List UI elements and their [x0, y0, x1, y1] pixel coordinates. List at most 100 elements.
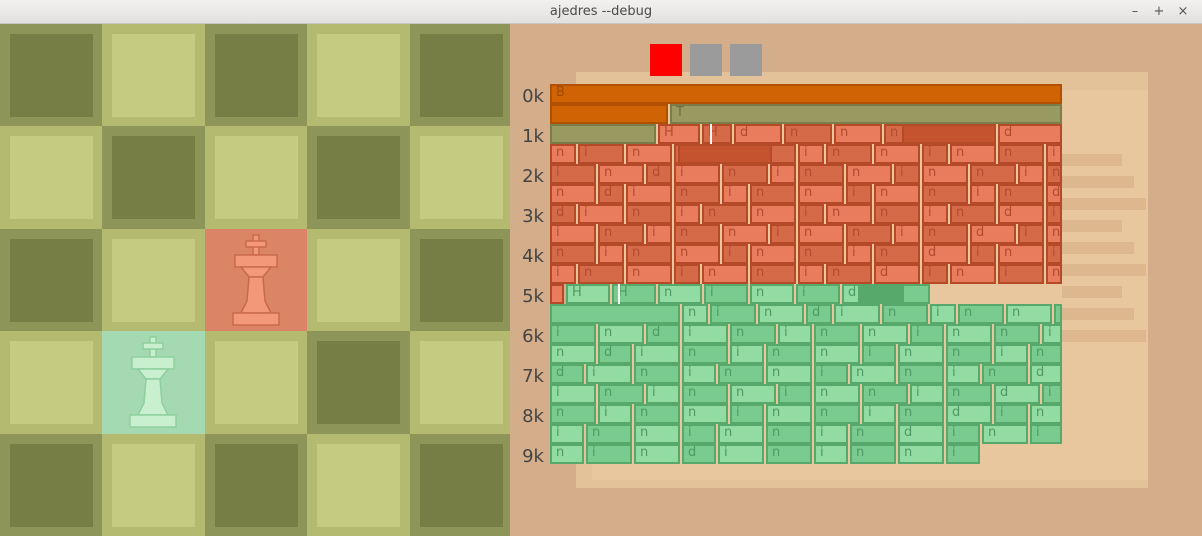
debug-block: n	[750, 204, 796, 224]
debug-block: i	[550, 164, 596, 184]
debug-block: i	[1046, 204, 1062, 224]
board-square-r1-c2[interactable]	[204, 126, 308, 230]
debug-block: d	[946, 404, 992, 424]
board-square-r3-c4[interactable]	[409, 331, 510, 435]
debug-block: i	[994, 404, 1028, 424]
y-label-2k: 2k	[522, 166, 544, 187]
debug-block: n	[922, 184, 968, 204]
debug-block: i	[862, 344, 896, 364]
board-square-r2-c3[interactable]	[307, 228, 411, 332]
board-square-r1-c0[interactable]	[0, 126, 103, 230]
debug-block: n	[826, 204, 872, 224]
debug-block: i	[722, 184, 748, 204]
debug-block: i	[598, 404, 632, 424]
debug-block: n	[982, 364, 1028, 384]
debug-block: n	[626, 264, 672, 284]
debug-block: d	[598, 344, 632, 364]
close-button[interactable]: ×	[1174, 3, 1192, 21]
debug-block: n	[766, 344, 812, 364]
green-king-icon[interactable]	[122, 335, 184, 431]
debug-block: i	[586, 364, 632, 384]
debug-block: i	[730, 404, 764, 424]
board-square-r2-c4[interactable]	[409, 228, 510, 332]
debug-block: i	[1030, 424, 1062, 444]
debug-block: i	[718, 444, 764, 464]
debug-block: i	[550, 264, 576, 284]
board-square-r4-c4[interactable]	[409, 433, 510, 536]
debug-block: n	[994, 324, 1040, 344]
board-square-r2-c1[interactable]	[102, 228, 206, 332]
debug-block: n	[882, 304, 928, 324]
debug-block: n	[946, 344, 992, 364]
debug-block: n	[722, 164, 768, 184]
board-square-r0-c2[interactable]	[204, 24, 308, 127]
y-label-0k: 0k	[522, 86, 544, 107]
debug-block: d	[998, 204, 1044, 224]
debug-block: d	[646, 164, 672, 184]
board-square-r2-c0[interactable]	[0, 228, 103, 332]
board-square-r1-c3[interactable]	[307, 126, 411, 230]
debug-block: n	[982, 424, 1028, 444]
chess-board[interactable]	[0, 24, 510, 536]
board-square-r0-c3[interactable]	[307, 24, 411, 127]
debug-block: n	[702, 204, 748, 224]
debug-block: n	[970, 164, 1016, 184]
window-title: ajedres --debug	[549, 4, 653, 19]
debug-block: n	[874, 144, 920, 164]
board-square-r0-c0[interactable]	[0, 24, 103, 127]
debug-block: d	[922, 244, 968, 264]
debug-block: n	[750, 244, 796, 264]
board-square-r4-c0[interactable]	[0, 433, 103, 536]
debug-block: i	[1054, 304, 1062, 324]
debug-block: n	[898, 344, 944, 364]
debug-block: i	[770, 164, 796, 184]
board-square-r3-c2[interactable]	[204, 331, 308, 435]
debug-block: i	[862, 404, 896, 424]
debug-block: i	[1046, 144, 1062, 164]
debug-block: n	[958, 304, 1004, 324]
debug-block: i	[626, 184, 672, 204]
debug-ghost	[1062, 220, 1122, 232]
debug-block: d	[550, 204, 576, 224]
red-king-icon[interactable]	[225, 233, 287, 329]
debug-block: i	[704, 284, 748, 304]
minimize-button[interactable]: –	[1126, 3, 1144, 21]
board-square-r0-c1[interactable]	[102, 24, 206, 127]
maximize-button[interactable]: +	[1150, 3, 1168, 21]
debug-block: i	[1042, 324, 1062, 344]
debug-block: n	[674, 244, 720, 264]
board-square-r4-c2[interactable]	[204, 433, 308, 536]
board-square-r3-c3[interactable]	[307, 331, 411, 435]
debug-block: n	[1030, 404, 1062, 424]
debug-block: n	[598, 324, 644, 344]
debug-block: n	[1046, 264, 1062, 284]
debug-block: n	[766, 404, 812, 424]
debug-block: d	[806, 304, 832, 324]
board-square-r0-c4[interactable]	[409, 24, 510, 127]
board-square-r4-c3[interactable]	[307, 433, 411, 536]
debug-block: H	[702, 124, 732, 144]
debug-block: n	[946, 324, 992, 344]
board-square-r3-c0[interactable]	[0, 331, 103, 435]
debug-block: n	[626, 244, 672, 264]
debug-block	[902, 124, 996, 144]
debug-block: n	[750, 264, 796, 284]
y-label-8k: 8k	[522, 406, 544, 427]
board-square-r1-c4[interactable]	[409, 126, 510, 230]
debug-block: n	[550, 244, 596, 264]
debug-block: n	[626, 144, 672, 164]
debug-block: d	[998, 124, 1062, 144]
debug-block: n	[598, 384, 644, 404]
debug-block: d	[682, 444, 716, 464]
debug-block: B	[550, 84, 1062, 104]
debug-block: n	[814, 344, 860, 364]
debug-block: i	[778, 384, 812, 404]
debug-block: i	[586, 444, 632, 464]
debug-block: i	[922, 204, 948, 224]
debug-block: n	[1046, 224, 1062, 244]
debug-block: i	[1018, 224, 1044, 244]
board-square-r1-c1[interactable]	[102, 126, 206, 230]
board-square-r4-c1[interactable]	[102, 433, 206, 536]
debug-block: n	[730, 324, 776, 344]
debug-block: i	[1046, 244, 1062, 264]
